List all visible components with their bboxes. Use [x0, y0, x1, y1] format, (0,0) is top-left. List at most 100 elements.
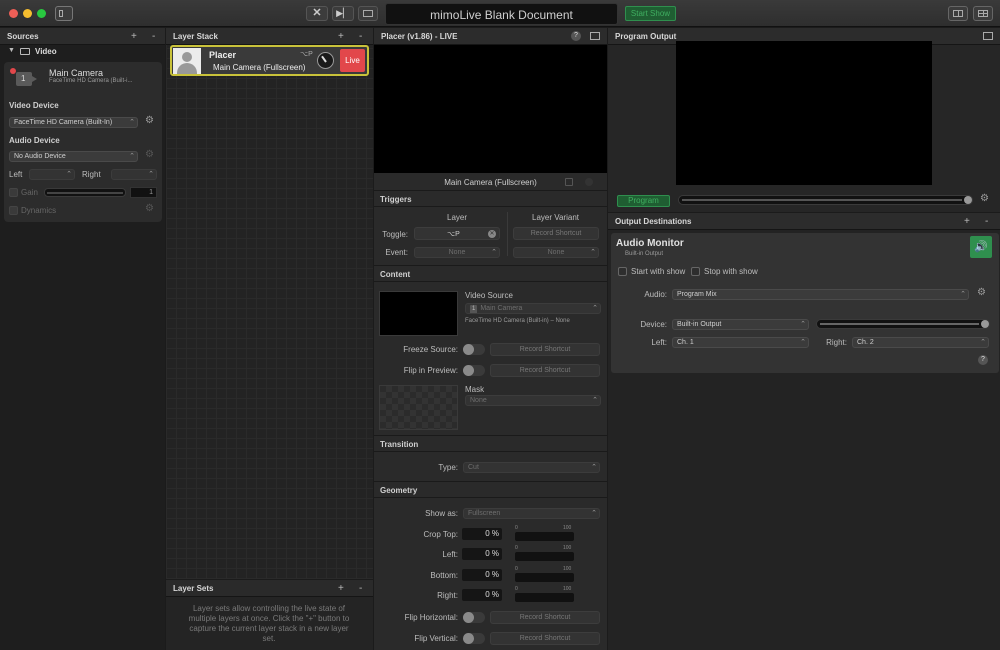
flip-horizontal-record-shortcut-button[interactable]: Record Shortcut [490, 611, 600, 624]
audio-monitor-speaker-icon[interactable]: 🔊 [970, 236, 992, 258]
sources-header: Sources + - [0, 28, 165, 45]
right-channel-label: Right [82, 170, 101, 179]
transition-type-select[interactable]: Cut ⌃ [463, 462, 600, 473]
source-item-main-camera[interactable]: 1 Main Camera FaceTime HD Camera (Built-… [4, 62, 162, 92]
right-channel-select[interactable]: ⌃ [111, 169, 157, 180]
crop-bottom-slider[interactable] [515, 573, 574, 582]
program-settings-gear-icon[interactable]: ⚙ [980, 193, 989, 204]
help-icon[interactable]: ? [571, 31, 581, 41]
remove-layer-button[interactable]: - [359, 31, 362, 42]
output-left-channel-select[interactable]: Ch. 1 ⌃ [672, 337, 809, 348]
video-source-select[interactable]: 1 Main Camera ⌃ [465, 303, 601, 314]
preview-record-icon[interactable] [585, 178, 593, 186]
zoom-window-button[interactable] [37, 9, 46, 18]
video-source-label: Video Source [465, 291, 513, 300]
freeze-record-shortcut-button[interactable]: Record Shortcut [490, 343, 600, 356]
gain-checkbox[interactable] [9, 188, 18, 197]
mask-thumbnail[interactable] [379, 385, 458, 430]
layout-grid-icon[interactable] [973, 6, 993, 21]
add-layer-set-button[interactable]: + [338, 583, 344, 594]
gain-value[interactable]: 1 [130, 187, 157, 198]
crop-left-field[interactable]: 0 % [462, 548, 502, 560]
start-show-button[interactable]: Start Show [625, 6, 676, 21]
stop-with-show-checkbox[interactable] [691, 267, 700, 276]
output-volume-slider[interactable] [816, 319, 990, 329]
output-right-channel-select[interactable]: Ch. 2 ⌃ [852, 337, 989, 348]
minimize-window-button[interactable] [23, 9, 32, 18]
layer-stack-title: Layer Stack [173, 32, 218, 41]
dynamics-settings-gear-icon[interactable]: ⚙ [145, 203, 154, 214]
layer-item-placer[interactable]: Placer Main Camera (Fullscreen) ⌥P Live [170, 45, 369, 76]
toggle-shortcut-value: ⌥P [447, 231, 460, 238]
variant-record-shortcut-button[interactable]: Record Shortcut [513, 227, 599, 240]
inspector-panel: Placer (v1.86) - LIVE ? Main Camera (Ful… [374, 28, 607, 650]
sidebar-toggle-icon[interactable] [55, 6, 73, 21]
crop-right-field[interactable]: 0 % [462, 589, 502, 601]
crop-top-min-tick: 0 [515, 525, 518, 531]
flip-preview-record-shortcut-button[interactable]: Record Shortcut [490, 364, 600, 377]
dynamics-checkbox[interactable] [9, 206, 18, 215]
video-device-settings-gear-icon[interactable]: ⚙ [145, 115, 154, 126]
video-group-row[interactable]: ▼ Video [0, 45, 165, 59]
popout-window-icon[interactable] [590, 32, 600, 40]
flip-in-preview-toggle[interactable] [463, 365, 485, 376]
audio-source-select[interactable]: Program Mix ⌃ [672, 289, 969, 300]
crop-top-slider[interactable] [515, 532, 574, 541]
start-with-show-checkbox[interactable] [618, 267, 627, 276]
crop-bottom-field[interactable]: 0 % [462, 569, 502, 581]
crop-left-slider[interactable] [515, 552, 574, 561]
crop-top-field[interactable]: 0 % [462, 528, 502, 540]
flip-horizontal-label: Flip Horizontal: [404, 613, 458, 622]
program-button[interactable]: Program [617, 195, 670, 207]
close-window-button[interactable] [9, 9, 18, 18]
toolbar: ✕ ▶▏ mimoLive Blank Document Start Show [0, 0, 1000, 27]
flip-horizontal-toggle[interactable] [463, 612, 485, 623]
audio-settings-gear-icon[interactable]: ⚙ [977, 287, 986, 298]
freeze-source-toggle[interactable] [463, 344, 485, 355]
preview-window-icon[interactable] [358, 6, 378, 21]
layer-volume-knob-icon[interactable] [317, 52, 334, 69]
camera-icon: 1 [16, 72, 37, 86]
video-source-thumbnail[interactable] [379, 291, 458, 336]
event-select[interactable]: None ⌃ [414, 247, 500, 258]
toggle-shortcut-field[interactable]: ⌥P ✕ [414, 227, 500, 240]
left-channel-select[interactable]: ⌃ [29, 169, 75, 180]
show-as-select[interactable]: Fullscreen ⌃ [463, 508, 600, 519]
transition-section-header: Transition [374, 435, 607, 452]
snapshot-icon[interactable] [565, 178, 573, 186]
gain-slider[interactable] [44, 188, 126, 197]
clear-shortcut-icon[interactable]: ✕ [488, 230, 496, 238]
add-destination-button[interactable]: + [964, 216, 970, 227]
audio-monitor-help-icon[interactable]: ? [978, 355, 988, 365]
output-volume-knob[interactable] [981, 320, 989, 328]
audio-device-settings-gear-icon[interactable]: ⚙ [145, 149, 154, 160]
step-forward-icon[interactable]: ▶▏ [332, 6, 354, 21]
audio-device-select[interactable]: No Audio Device ⌃ [9, 151, 138, 162]
flip-in-preview-label: Flip in Preview: [403, 366, 458, 375]
layout-split-icon[interactable] [948, 6, 968, 21]
event-label: Event: [385, 248, 408, 257]
flip-vertical-record-shortcut-button[interactable]: Record Shortcut [490, 632, 600, 645]
mask-select[interactable]: None ⌃ [465, 395, 601, 406]
remove-source-button[interactable]: - [152, 31, 155, 42]
program-popout-window-icon[interactable] [983, 32, 993, 40]
dynamics-label: Dynamics [21, 206, 57, 215]
remove-destination-button[interactable]: - [985, 216, 988, 227]
program-volume-knob[interactable] [964, 196, 972, 204]
remove-layer-set-button[interactable]: - [359, 583, 362, 594]
add-source-button[interactable]: + [131, 31, 137, 42]
add-layer-button[interactable]: + [338, 31, 344, 42]
flip-vertical-toggle[interactable] [463, 633, 485, 644]
output-device-select[interactable]: Built-in Output ⌃ [672, 319, 809, 330]
layer-live-button[interactable]: Live [340, 49, 365, 72]
crossfade-icon[interactable]: ✕ [306, 6, 328, 21]
program-volume-slider[interactable] [678, 195, 973, 205]
audio-monitor-subtitle: Built-in Output [625, 251, 664, 257]
crop-top-label: Crop Top: [423, 530, 458, 539]
variant-event-select[interactable]: None ⌃ [513, 247, 599, 258]
video-device-select[interactable]: FaceTime HD Camera (Built-In) ⌃ [9, 117, 138, 128]
document-title-bar: mimoLive Blank Document [385, 3, 618, 25]
crop-right-slider[interactable] [515, 593, 574, 602]
disclosure-triangle-icon[interactable]: ▼ [8, 47, 15, 54]
video-folder-icon [20, 48, 30, 55]
